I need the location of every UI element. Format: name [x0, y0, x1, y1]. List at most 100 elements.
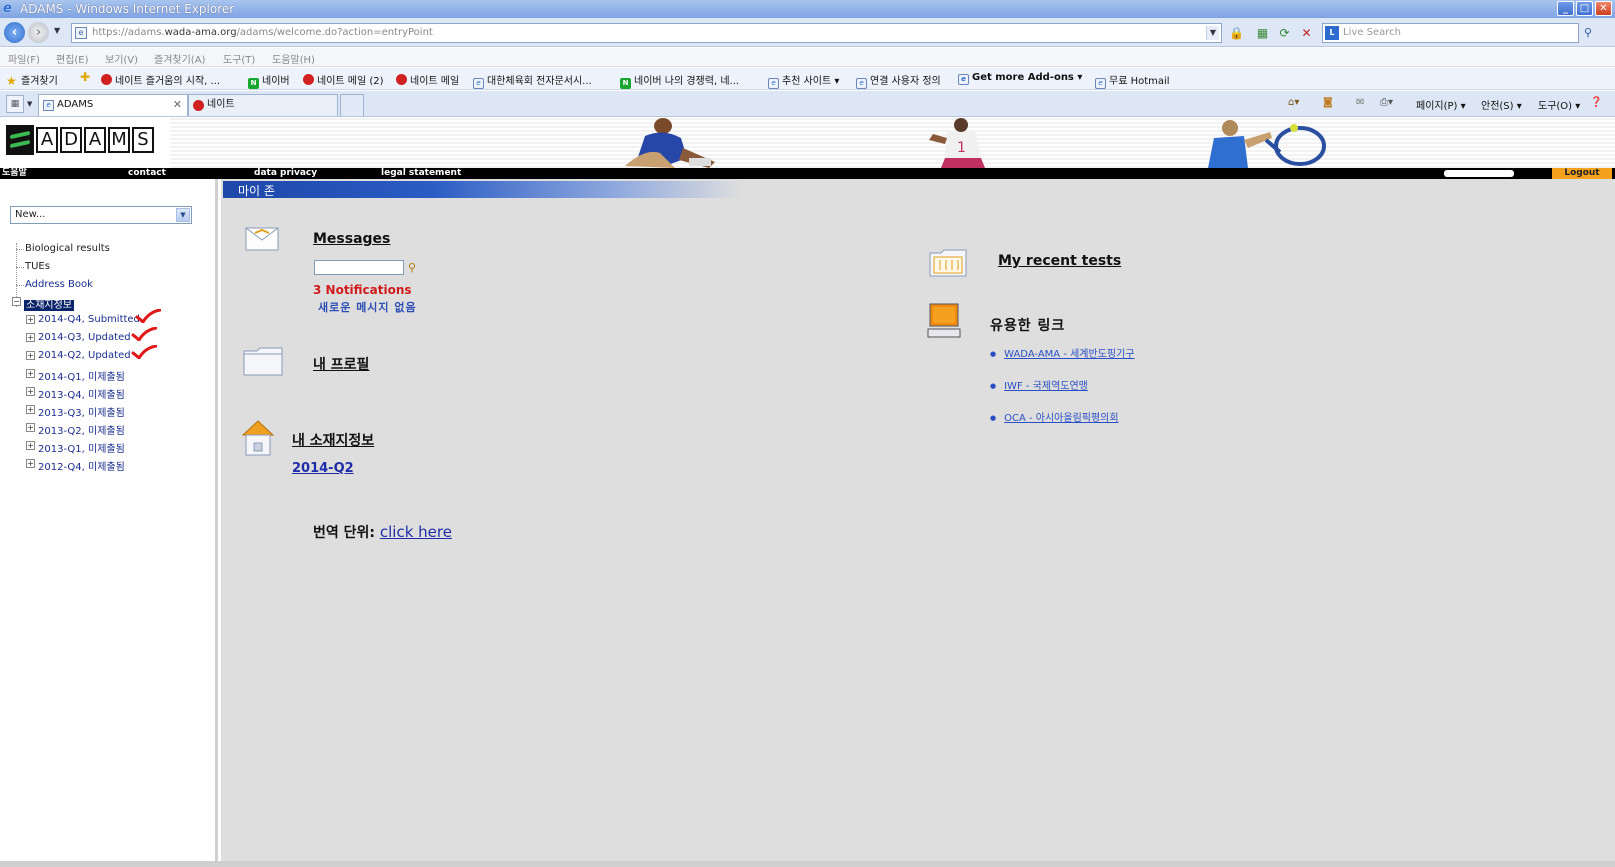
read-mail-icon[interactable]: ✉	[1356, 97, 1364, 108]
tree-item-quarter[interactable]: 2013-Q2, 미제출됨	[38, 422, 125, 437]
fav-item-nate-mail[interactable]: 네이트 메일	[396, 72, 459, 87]
checkmark-icon	[131, 327, 157, 341]
my-recent-tests-title[interactable]: My recent tests	[998, 253, 1121, 269]
favorites-center-button[interactable]: ★ 즐겨찾기	[6, 72, 58, 87]
notifications-count[interactable]: 3 Notifications	[313, 283, 412, 297]
expand-icon[interactable]: +	[26, 315, 35, 324]
expand-icon[interactable]: +	[26, 333, 35, 342]
chevron-down-icon[interactable]: ▼	[176, 208, 190, 222]
link-wada[interactable]: WADA-AMA - 세계반도핑기구	[990, 345, 1134, 360]
search-icon[interactable]: ⚲	[408, 261, 416, 274]
tree-item-quarter[interactable]: 2012-Q4, 미제출됨	[38, 458, 125, 473]
messages-title[interactable]: Messages	[313, 231, 390, 247]
tree-item-quarter[interactable]: 2014-Q3, Updated	[38, 332, 131, 343]
fav-item-nate-home[interactable]: 네이트 즐거움의 시작, ...	[101, 72, 220, 87]
expand-icon[interactable]: +	[26, 459, 35, 468]
safety-menu[interactable]: 안전(S) ▾	[1481, 97, 1522, 112]
tree-connector	[16, 249, 24, 250]
menu-help[interactable]: 도움말(H)	[272, 51, 315, 66]
refresh-icon[interactable]: ⟳	[1276, 25, 1293, 42]
ie-page-icon: e	[768, 78, 779, 89]
stop-icon[interactable]: ✕	[1298, 25, 1315, 42]
collapse-icon[interactable]: −	[12, 297, 21, 306]
compatibility-icon[interactable]: ▦	[1254, 25, 1271, 42]
add-favorite-button[interactable]: ✚	[80, 71, 95, 83]
tree-item-quarter[interactable]: 2013-Q3, 미제출됨	[38, 404, 125, 419]
back-button[interactable]: ‹	[4, 22, 25, 43]
feeds-icon[interactable]: ◙	[1323, 97, 1333, 108]
minimize-button[interactable]: _	[1557, 1, 1574, 16]
fav-item-naver[interactable]: N 네이버	[248, 72, 290, 89]
url-dropdown-icon[interactable]: ▼	[1206, 26, 1219, 40]
expand-icon[interactable]: +	[26, 351, 35, 360]
expand-icon[interactable]: +	[26, 369, 35, 378]
forward-button[interactable]: ›	[28, 22, 49, 43]
link-iwf[interactable]: IWF - 국제역도연맹	[990, 377, 1088, 392]
search-go-icon[interactable]: ⚲	[1584, 26, 1592, 39]
url-field[interactable]: e https://adams.wada-ama.org/adams/welco…	[71, 23, 1222, 43]
tree-item-quarter[interactable]: 2013-Q4, 미제출됨	[38, 386, 125, 401]
menu-file[interactable]: 파일(F)	[8, 51, 40, 66]
page-menu[interactable]: 페이지(P) ▾	[1416, 97, 1466, 112]
nav-contact-link[interactable]: contact	[128, 168, 166, 179]
fav-item-naver-competitiveness[interactable]: N 네이버 나의 경쟁력, 네...	[620, 72, 739, 89]
tree-item-quarter[interactable]: 2014-Q4, Submitted	[38, 314, 140, 325]
computer-icon	[927, 303, 961, 338]
my-profile-title[interactable]: 내 프로필	[313, 354, 369, 374]
search-field[interactable]: L Live Search	[1322, 23, 1579, 43]
tab-adams[interactable]: e ADAMS ✕	[38, 94, 188, 116]
fav-item-sports-council[interactable]: e 대한체육회 전자문서시...	[473, 72, 592, 89]
fav-item-nate-mail-2[interactable]: 네이트 메일 (2)	[303, 72, 384, 87]
fav-item-hotmail[interactable]: e 무료 Hotmail	[1095, 72, 1170, 89]
menu-view[interactable]: 보기(V)	[105, 51, 138, 66]
maximize-button[interactable]: □	[1576, 1, 1593, 16]
history-dropdown-icon[interactable]: ▼	[54, 26, 60, 35]
tree-item-whereabouts[interactable]: 소재지정보	[24, 296, 74, 311]
tree-item-quarter[interactable]: 2014-Q1, 미제출됨	[38, 368, 125, 383]
menu-favorites[interactable]: 즐겨찾기(A)	[154, 51, 205, 66]
naver-icon: N	[620, 78, 631, 89]
folder-icon	[243, 347, 283, 376]
menu-tools[interactable]: 도구(T)	[223, 51, 255, 66]
menu-edit[interactable]: 편집(E)	[56, 51, 89, 66]
expand-icon[interactable]: +	[26, 441, 35, 450]
fav-item-custom-links[interactable]: e 연결 사용자 정의	[856, 72, 941, 89]
zone-title-bar: 마이 존	[223, 181, 743, 198]
expand-icon[interactable]: +	[26, 423, 35, 432]
ie-page-icon: e	[1095, 78, 1106, 89]
tree-item-biological-results[interactable]: Biological results	[25, 243, 110, 254]
tab-nate[interactable]: 네이트	[188, 94, 338, 116]
quick-tabs-icon[interactable]: ▦	[6, 95, 24, 113]
print-icon[interactable]: ⎙▾	[1380, 97, 1393, 108]
expand-icon[interactable]: +	[26, 405, 35, 414]
new-item-select[interactable]: New... ▼	[10, 206, 192, 224]
logout-button[interactable]: Logout	[1552, 168, 1612, 179]
close-window-button[interactable]: ✕	[1595, 1, 1612, 16]
nav-legal-link[interactable]: legal statement	[381, 168, 461, 179]
tree-item-tues[interactable]: TUEs	[25, 261, 50, 272]
live-search-icon: L	[1325, 26, 1339, 40]
nate-icon	[303, 74, 314, 85]
tree-item-quarter[interactable]: 2014-Q2, Updated	[38, 350, 131, 361]
adams-logo[interactable]: A D A M S	[6, 123, 156, 157]
close-tab-icon[interactable]: ✕	[173, 95, 182, 115]
lock-icon[interactable]: 🔒	[1228, 25, 1245, 42]
translation-click-here-link[interactable]: click here	[380, 523, 452, 541]
tree-item-quarter[interactable]: 2013-Q1, 미제출됨	[38, 440, 125, 455]
tab-list-dropdown-icon[interactable]: ▼	[27, 100, 32, 108]
tree-item-address-book[interactable]: Address Book	[25, 279, 93, 290]
link-oca[interactable]: OCA - 아시아올림픽평의회	[990, 409, 1118, 424]
help-icon[interactable]: ❓	[1590, 97, 1602, 108]
expand-icon[interactable]: +	[26, 387, 35, 396]
nav-help-link[interactable]: 도움말	[2, 168, 27, 179]
fav-item-get-addons[interactable]: e Get more Add-ons ▾	[958, 72, 1082, 85]
fav-item-suggested-sites[interactable]: e 추천 사이트 ▾	[768, 72, 839, 89]
current-quarter-link[interactable]: 2014-Q2	[292, 461, 354, 476]
nav-privacy-link[interactable]: data privacy	[254, 168, 317, 179]
home-icon[interactable]: ⌂▾	[1288, 97, 1299, 108]
new-tab-button[interactable]	[340, 94, 364, 116]
message-search-input[interactable]	[314, 260, 404, 275]
tools-menu[interactable]: 도구(O) ▾	[1538, 97, 1580, 112]
my-whereabouts-title[interactable]: 내 소재지정보	[292, 430, 374, 450]
ie-page-icon: e	[958, 74, 969, 85]
